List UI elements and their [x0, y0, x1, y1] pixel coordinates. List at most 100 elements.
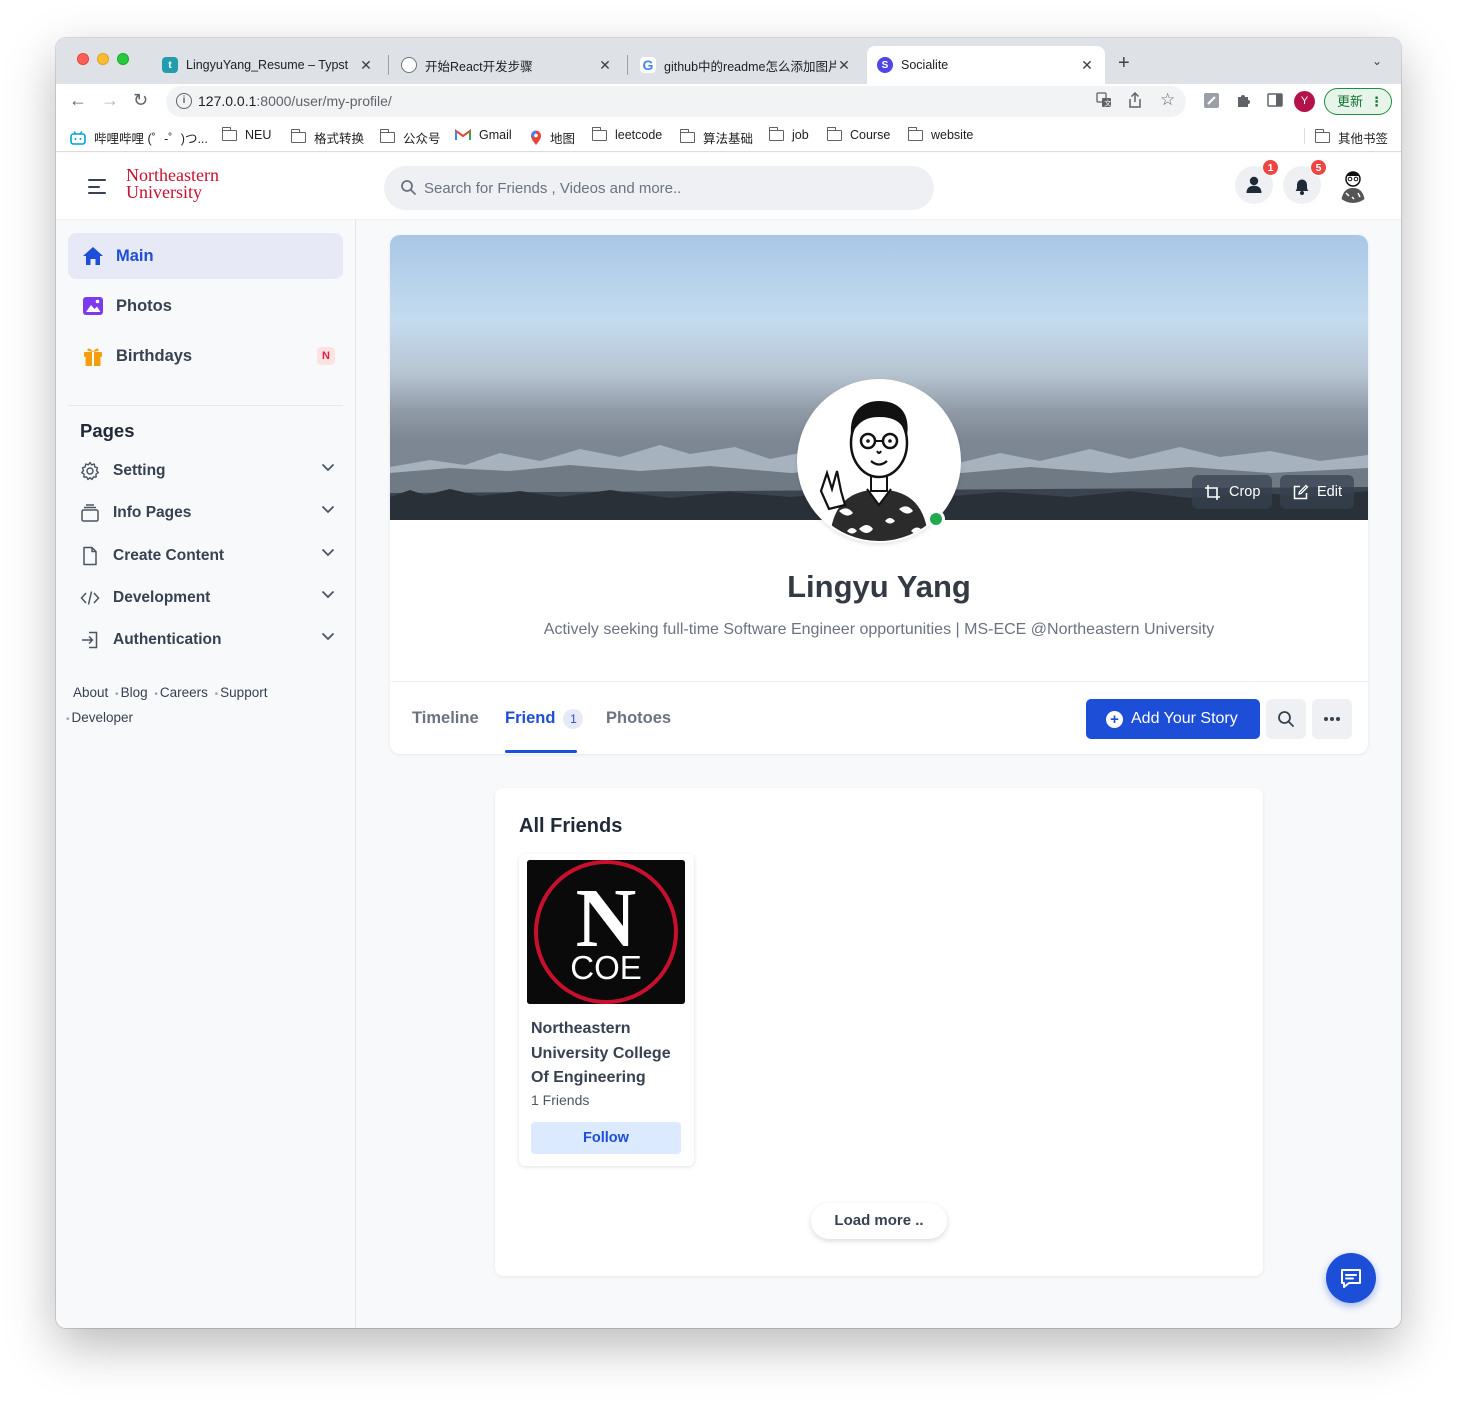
- bookmark-algorithms[interactable]: 算法基础: [679, 128, 754, 147]
- site-info-icon[interactable]: i: [176, 93, 192, 109]
- sidebar-item-photos[interactable]: Photos: [68, 283, 343, 329]
- tab-photoes[interactable]: Photoes: [606, 709, 671, 728]
- close-tab-icon[interactable]: ✕: [836, 57, 852, 74]
- update-button[interactable]: 更新 ⋮: [1324, 88, 1392, 115]
- tab-timeline[interactable]: Timeline: [412, 709, 479, 728]
- page-label: Info Pages: [113, 504, 192, 521]
- tab-title: Socialite: [901, 58, 949, 72]
- back-arrow-icon[interactable]: ←: [69, 90, 87, 111]
- sidebar-page-info-pages[interactable]: Info Pages: [80, 499, 335, 527]
- bookmark-label: 格式转换: [314, 132, 365, 146]
- notifications-badge: 5: [1310, 159, 1327, 176]
- address-url: 127.0.0.1:8000/user/my-profile/: [198, 93, 392, 109]
- sidebar-page-development[interactable]: Development: [80, 584, 335, 612]
- close-tab-icon[interactable]: ✕: [358, 57, 374, 74]
- home-icon: [81, 244, 105, 268]
- add-your-story-button[interactable]: + Add Your Story: [1086, 699, 1260, 739]
- tab-search-chevron-icon[interactable]: ⌄: [1372, 54, 1382, 68]
- browser-profile-avatar[interactable]: Y: [1294, 91, 1315, 112]
- browser-toolbar: ← → ↻ i 127.0.0.1:8000/user/my-profile/ …: [56, 84, 1401, 120]
- bookmark-bilibili[interactable]: 哔哩哔哩 (゜-゜)つ...: [70, 128, 208, 147]
- bookmark-label: Course: [850, 128, 891, 142]
- footer-link-careers[interactable]: Careers: [160, 685, 208, 700]
- user-avatar[interactable]: [1334, 165, 1372, 203]
- friend-requests-button[interactable]: 1: [1235, 159, 1279, 204]
- share-icon[interactable]: [1128, 91, 1142, 112]
- bookmark-job[interactable]: job: [768, 126, 809, 142]
- bookmark-format[interactable]: 格式转换: [290, 128, 365, 147]
- new-tab-icon[interactable]: +: [1118, 52, 1130, 75]
- crop-cover-button[interactable]: Crop: [1192, 475, 1273, 509]
- footer-link-blog[interactable]: Blog: [121, 685, 148, 700]
- bookmark-leetcode[interactable]: leetcode: [591, 126, 662, 142]
- translate-icon[interactable]: 文: [1096, 92, 1112, 112]
- sidebar-item-main[interactable]: Main: [68, 233, 343, 279]
- global-search[interactable]: [384, 166, 934, 210]
- bookmark-course[interactable]: Course: [826, 126, 891, 142]
- page-label: Setting: [113, 462, 166, 479]
- northeastern-logo[interactable]: Northeastern University: [126, 166, 219, 201]
- crop-label: Crop: [1229, 484, 1261, 500]
- forward-arrow-icon[interactable]: →: [101, 90, 119, 111]
- gift-icon: [81, 344, 105, 368]
- maximize-window-button[interactable]: [117, 53, 129, 65]
- notifications-button[interactable]: 5: [1283, 159, 1327, 204]
- more-dots-icon: [1324, 717, 1340, 721]
- browser-tab-react[interactable]: 开始React开发步骤 ✕: [391, 46, 623, 84]
- folder-icon: [591, 126, 607, 141]
- search-input[interactable]: [424, 166, 914, 210]
- close-window-button[interactable]: [77, 53, 89, 65]
- bookmarks-bar: 哔哩哔哩 (゜-゜)つ... NEU 格式转换 公众号 Gmail 地图 lee…: [56, 120, 1401, 152]
- puzzle-extensions-icon[interactable]: [1234, 92, 1252, 110]
- bookmark-gmail[interactable]: Gmail: [455, 128, 512, 142]
- friend-requests-badge: 1: [1262, 159, 1279, 176]
- load-more-button[interactable]: Load more ..: [811, 1203, 947, 1239]
- footer-link-support[interactable]: Support: [220, 685, 267, 700]
- tab-title: LingyuYang_Resume – Typst: [186, 58, 349, 72]
- stack-icon: [80, 503, 100, 523]
- sidebar-page-create-content[interactable]: Create Content: [80, 542, 335, 570]
- bookmark-star-icon[interactable]: ☆: [1160, 90, 1175, 110]
- friend-name[interactable]: Northeastern University College Of Engin…: [531, 1017, 686, 1091]
- bookmark-neu[interactable]: NEU: [221, 126, 271, 142]
- minimize-window-button[interactable]: [97, 53, 109, 65]
- browser-tab-resume[interactable]: t LingyuYang_Resume – Typst ✕: [152, 46, 384, 84]
- sidebar-divider: [68, 405, 343, 406]
- friend-card[interactable]: N COE Northeastern University College Of…: [519, 854, 694, 1166]
- edit-label: Edit: [1317, 484, 1342, 500]
- footer-link-developer[interactable]: Developer: [72, 710, 134, 725]
- sidebar-page-setting[interactable]: Setting: [80, 457, 335, 485]
- side-panel-icon[interactable]: [1266, 92, 1284, 110]
- menu-toggle-icon[interactable]: [88, 179, 106, 194]
- close-tab-icon[interactable]: ✕: [1079, 57, 1095, 74]
- footer-link-about[interactable]: About: [73, 685, 108, 700]
- sidebar-item-birthdays[interactable]: Birthdays N: [68, 333, 343, 379]
- reload-icon[interactable]: ↻: [133, 90, 148, 111]
- bookmark-label: 算法基础: [703, 132, 754, 146]
- profile-search-button[interactable]: [1266, 699, 1306, 739]
- profile-divider: [390, 681, 1368, 682]
- bookmark-label: 哔哩哔哩 (゜-゜)つ...: [94, 132, 208, 146]
- browser-tab-github[interactable]: G github中的readme怎么添加图片 ✕: [630, 46, 862, 84]
- more-options-button[interactable]: [1312, 699, 1352, 739]
- extension-icon[interactable]: [1202, 92, 1220, 110]
- browser-tab-socialite[interactable]: S Socialite ✕: [867, 46, 1105, 84]
- bookmark-maps[interactable]: 地图: [530, 128, 575, 147]
- follow-button[interactable]: Follow: [531, 1122, 681, 1154]
- edit-icon: [1293, 484, 1309, 499]
- friend-count-badge: 1: [563, 709, 584, 729]
- friend-logo-image: N COE: [527, 860, 685, 1004]
- bookmark-other[interactable]: 其他书签: [1314, 128, 1388, 147]
- bookmark-website[interactable]: website: [907, 126, 974, 142]
- folder-icon: [826, 126, 842, 141]
- address-bar[interactable]: i 127.0.0.1:8000/user/my-profile/ 文 ☆: [166, 86, 1186, 117]
- folder-icon: [1314, 129, 1330, 143]
- edit-cover-button[interactable]: Edit: [1280, 475, 1354, 509]
- chat-button[interactable]: [1326, 1253, 1376, 1303]
- bookmark-gongzhonghao[interactable]: 公众号: [379, 128, 441, 147]
- google-favicon-icon: G: [640, 57, 656, 73]
- bookmark-label: website: [931, 128, 974, 142]
- sidebar-page-authentication[interactable]: Authentication: [80, 626, 335, 654]
- tab-friend[interactable]: Friend 1: [505, 709, 584, 729]
- close-tab-icon[interactable]: ✕: [597, 57, 613, 74]
